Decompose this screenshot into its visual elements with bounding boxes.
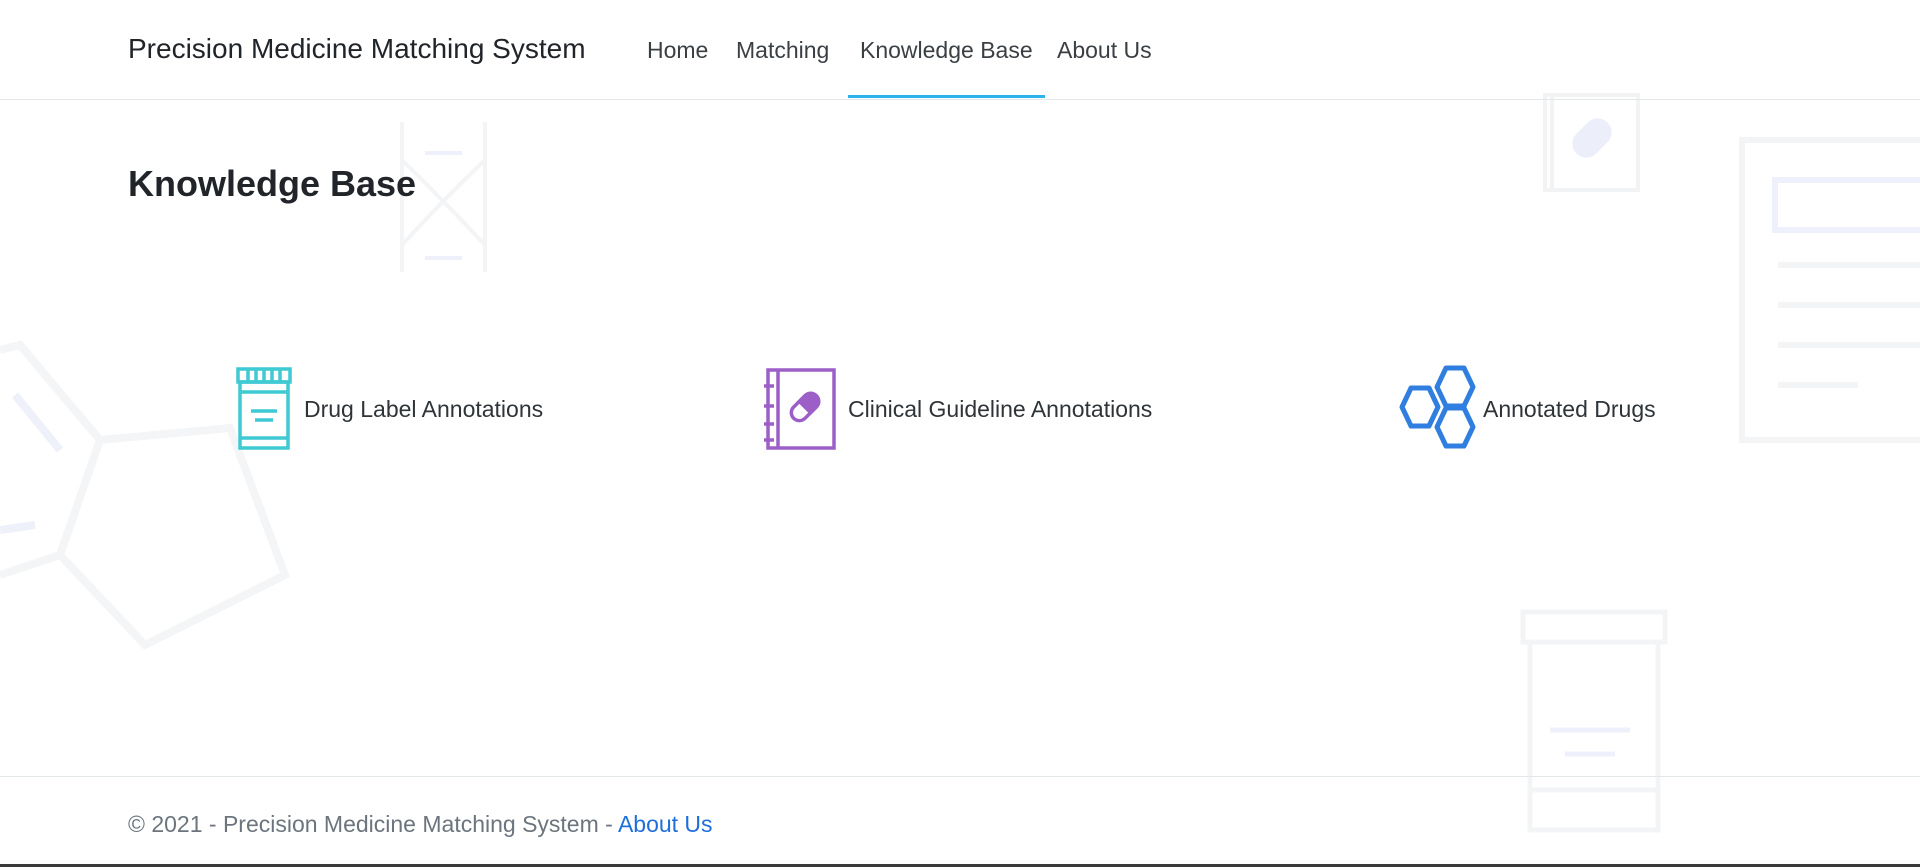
footer: © 2021 - Precision Medicine Matching Sys… (0, 776, 1920, 867)
drug-label-annotations-card[interactable]: Drug Label Annotations (234, 365, 543, 453)
annotated-drugs-card[interactable]: Annotated Drugs (1397, 365, 1656, 453)
clinical-guideline-annotations-label: Clinical Guideline Annotations (848, 395, 1153, 422)
drug-label-annotations-label: Drug Label Annotations (304, 395, 544, 422)
document-bg-icon (1739, 137, 1920, 443)
nav-about-us[interactable]: About Us (1057, 37, 1152, 64)
top-navbar: Precision Medicine Matching System Home … (0, 0, 1920, 100)
footer-about-us-link[interactable]: About Us (618, 811, 713, 837)
page-title: Knowledge Base (128, 163, 417, 204)
footer-copyright-text: © 2021 - Precision Medicine Matching Sys… (128, 811, 618, 837)
active-nav-indicator (848, 95, 1045, 98)
guideline-book-icon (762, 366, 838, 452)
notebook-bg-icon (1543, 93, 1640, 192)
brand-link[interactable]: Precision Medicine Matching System (128, 33, 586, 65)
annotated-drugs-label: Annotated Drugs (1483, 395, 1656, 422)
pill-bottle-icon (234, 366, 294, 452)
nav-home[interactable]: Home (647, 37, 708, 64)
nav-knowledge-base[interactable]: Knowledge Base (860, 37, 1033, 64)
footer-copyright: © 2021 - Precision Medicine Matching Sys… (128, 811, 713, 838)
hexagon-molecule-icon (1397, 365, 1481, 453)
clinical-guideline-annotations-card[interactable]: Clinical Guideline Annotations (762, 365, 1152, 453)
nav-matching[interactable]: Matching (736, 37, 829, 64)
page: Precision Medicine Matching System Home … (0, 0, 1920, 867)
